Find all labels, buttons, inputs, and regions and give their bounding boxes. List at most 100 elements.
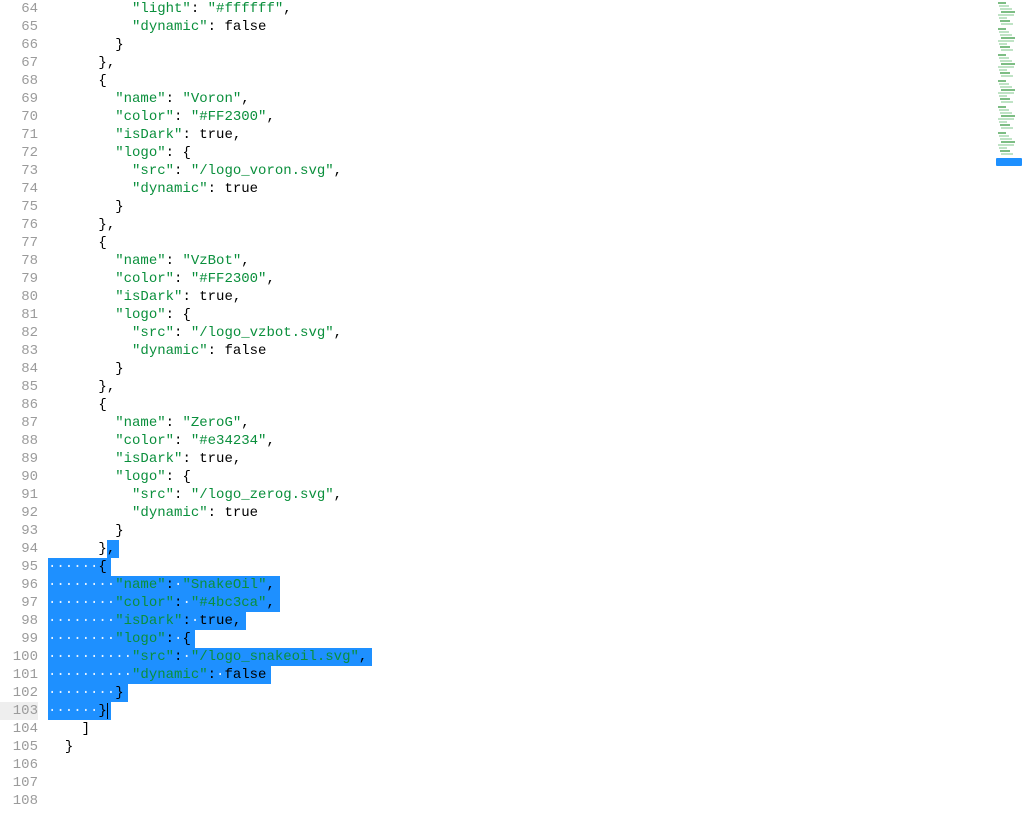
code-line[interactable]: "dynamic": true bbox=[48, 180, 995, 198]
minimap[interactable] bbox=[996, 2, 1022, 166]
code-text: }, bbox=[48, 379, 115, 395]
code-line[interactable]: ········} bbox=[48, 684, 995, 702]
text-cursor bbox=[107, 703, 108, 719]
line-number: 108 bbox=[0, 792, 38, 810]
code-line[interactable] bbox=[48, 774, 995, 792]
code-editor[interactable]: 6465666768697071727374757677787980818283… bbox=[0, 0, 995, 834]
code-line[interactable]: }, bbox=[48, 540, 995, 558]
line-number: 66 bbox=[0, 36, 38, 54]
code-line[interactable]: "logo": { bbox=[48, 306, 995, 324]
code-line[interactable]: ] bbox=[48, 720, 995, 738]
code-line[interactable]: ········"name":·"SnakeOil", bbox=[48, 576, 995, 594]
code-line[interactable]: "logo": { bbox=[48, 468, 995, 486]
line-number: 85 bbox=[0, 378, 38, 396]
code-line[interactable]: } bbox=[48, 360, 995, 378]
line-number: 103 bbox=[0, 702, 38, 720]
code-line[interactable]: ··········"src":·"/logo_snakeoil.svg", bbox=[48, 648, 995, 666]
code-line[interactable]: }, bbox=[48, 216, 995, 234]
code-text: ········"color":·"#4bc3ca", bbox=[48, 595, 275, 611]
code-line[interactable]: ······} bbox=[48, 702, 995, 720]
line-number: 104 bbox=[0, 720, 38, 738]
code-text: "isDark": true, bbox=[48, 451, 241, 467]
code-text: { bbox=[48, 73, 107, 89]
line-number: 82 bbox=[0, 324, 38, 342]
code-text: ······{ bbox=[48, 559, 107, 575]
code-line[interactable]: "dynamic": false bbox=[48, 18, 995, 36]
line-number: 90 bbox=[0, 468, 38, 486]
code-line[interactable]: "color": "#FF2300", bbox=[48, 108, 995, 126]
code-line[interactable]: "src": "/logo_voron.svg", bbox=[48, 162, 995, 180]
code-line[interactable]: } bbox=[48, 738, 995, 756]
code-text: "color": "#FF2300", bbox=[48, 271, 275, 287]
code-line[interactable]: { bbox=[48, 72, 995, 90]
code-text: } bbox=[48, 523, 124, 539]
code-text: } bbox=[48, 37, 124, 53]
code-line[interactable]: } bbox=[48, 36, 995, 54]
line-number: 97 bbox=[0, 594, 38, 612]
code-line[interactable]: { bbox=[48, 234, 995, 252]
code-line[interactable]: "color": "#e34234", bbox=[48, 432, 995, 450]
code-line[interactable]: ······{ bbox=[48, 558, 995, 576]
code-line[interactable]: "isDark": true, bbox=[48, 126, 995, 144]
code-line[interactable]: } bbox=[48, 198, 995, 216]
code-line[interactable]: "name": "Voron", bbox=[48, 90, 995, 108]
code-line[interactable]: } bbox=[48, 522, 995, 540]
line-number: 106 bbox=[0, 756, 38, 774]
line-number: 105 bbox=[0, 738, 38, 756]
line-number: 101 bbox=[0, 666, 38, 684]
minimap-viewport-indicator[interactable] bbox=[996, 158, 1022, 166]
code-text: "logo": { bbox=[48, 469, 191, 485]
code-text: "src": "/logo_voron.svg", bbox=[48, 163, 342, 179]
code-line[interactable]: "color": "#FF2300", bbox=[48, 270, 995, 288]
code-line[interactable]: ········"isDark":·true, bbox=[48, 612, 995, 630]
minimap-block bbox=[996, 28, 1018, 51]
code-line[interactable]: "name": "ZeroG", bbox=[48, 414, 995, 432]
code-line[interactable]: "src": "/logo_vzbot.svg", bbox=[48, 324, 995, 342]
line-number: 99 bbox=[0, 630, 38, 648]
code-line[interactable]: "name": "VzBot", bbox=[48, 252, 995, 270]
code-line[interactable]: "isDark": true, bbox=[48, 288, 995, 306]
code-text: ··········"src":·"/logo_snakeoil.svg", bbox=[48, 649, 367, 665]
code-text: "logo": { bbox=[48, 307, 191, 323]
code-text: "name": "Voron", bbox=[48, 91, 250, 107]
code-text: ········} bbox=[48, 685, 124, 701]
code-line[interactable] bbox=[48, 756, 995, 774]
code-line[interactable]: { bbox=[48, 396, 995, 414]
code-line[interactable]: ········"logo":·{ bbox=[48, 630, 995, 648]
line-number: 84 bbox=[0, 360, 38, 378]
line-number: 68 bbox=[0, 72, 38, 90]
code-text: "src": "/logo_vzbot.svg", bbox=[48, 325, 342, 341]
code-line[interactable]: "dynamic": true bbox=[48, 504, 995, 522]
code-text: "name": "ZeroG", bbox=[48, 415, 250, 431]
line-number: 77 bbox=[0, 234, 38, 252]
code-text: ········"name":·"SnakeOil", bbox=[48, 577, 275, 593]
line-number: 74 bbox=[0, 180, 38, 198]
code-line[interactable]: "src": "/logo_zerog.svg", bbox=[48, 486, 995, 504]
minimap-block bbox=[996, 106, 1018, 129]
code-line[interactable]: }, bbox=[48, 378, 995, 396]
code-line[interactable]: }, bbox=[48, 54, 995, 72]
code-line[interactable]: ········"color":·"#4bc3ca", bbox=[48, 594, 995, 612]
code-line[interactable]: "dynamic": false bbox=[48, 342, 995, 360]
code-text: "dynamic": true bbox=[48, 505, 258, 521]
code-line[interactable] bbox=[48, 792, 995, 810]
line-number: 100 bbox=[0, 648, 38, 666]
line-number: 88 bbox=[0, 432, 38, 450]
line-number: 92 bbox=[0, 504, 38, 522]
line-number: 94 bbox=[0, 540, 38, 558]
code-text: { bbox=[48, 235, 107, 251]
code-line[interactable]: "isDark": true, bbox=[48, 450, 995, 468]
line-number: 96 bbox=[0, 576, 38, 594]
code-text: "dynamic": true bbox=[48, 181, 258, 197]
code-text: "name": "VzBot", bbox=[48, 253, 250, 269]
code-line[interactable]: "logo": { bbox=[48, 144, 995, 162]
code-text: }, bbox=[48, 217, 115, 233]
line-number: 83 bbox=[0, 342, 38, 360]
code-line[interactable]: "light": "#ffffff", bbox=[48, 0, 995, 18]
code-line[interactable]: ··········"dynamic":·false bbox=[48, 666, 995, 684]
line-number: 73 bbox=[0, 162, 38, 180]
line-number: 72 bbox=[0, 144, 38, 162]
code-text: }, bbox=[48, 541, 115, 557]
code-area[interactable]: "light": "#ffffff", "dynamic": false } }… bbox=[48, 0, 995, 834]
line-number: 81 bbox=[0, 306, 38, 324]
